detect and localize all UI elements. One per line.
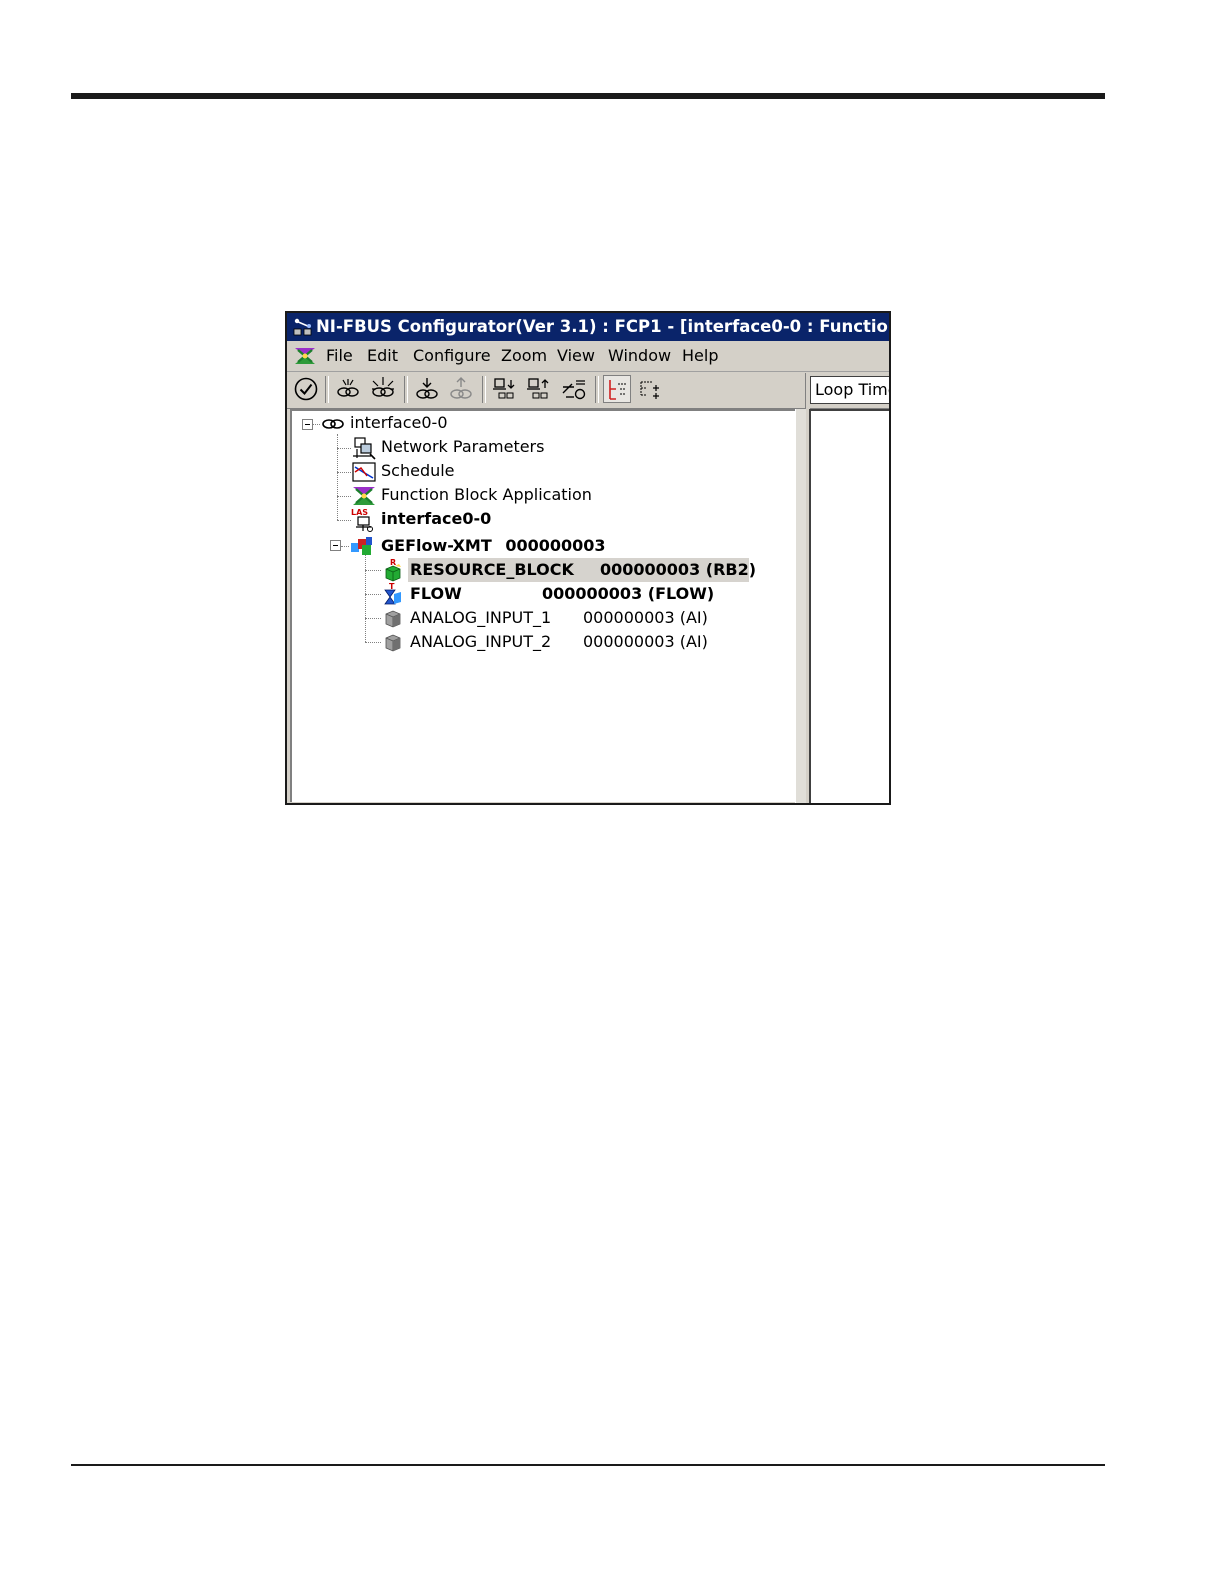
list-view-icon[interactable] xyxy=(637,375,665,403)
menu-configure[interactable]: Configure xyxy=(411,341,493,371)
tree-connector xyxy=(337,472,351,473)
tree-item-schedule[interactable]: Schedule xyxy=(381,459,455,483)
tree-connector xyxy=(365,570,381,571)
title-bar[interactable]: NI-FBUS Configurator(Ver 3.1) : FCP1 - [… xyxy=(287,313,889,341)
tree-view[interactable]: interface0-0 Network Parameters Schedule… xyxy=(290,409,795,802)
tree-item-interface-root[interactable]: interface0-0 xyxy=(350,411,448,435)
block-name: FLOW xyxy=(410,584,462,603)
tree-connector xyxy=(365,618,381,619)
menu-window[interactable]: Window xyxy=(606,341,673,371)
las-interface-icon: LAS xyxy=(351,508,377,532)
block-id: 000000003 (FLOW) xyxy=(542,584,715,603)
tree-connector xyxy=(337,496,351,497)
tree-view-icon[interactable] xyxy=(603,375,631,403)
block-name: ANALOG_INPUT_1 xyxy=(410,608,552,627)
tree-item-flow-block[interactable]: FLOW 000000003 (FLOW) xyxy=(410,582,714,606)
toolbar-separator xyxy=(482,376,486,403)
block-id: 000000003 (RB2) xyxy=(600,560,757,579)
tree-item-analog-input-2[interactable]: ANALOG_INPUT_2 000000003 (AI) xyxy=(410,630,708,654)
block-name: ANALOG_INPUT_2 xyxy=(410,632,552,651)
analog-input-block-icon xyxy=(380,630,406,654)
document-icon[interactable] xyxy=(292,344,318,368)
loop-time-pane[interactable] xyxy=(809,409,889,803)
tree-connector xyxy=(365,554,366,642)
app-icon xyxy=(292,317,314,339)
collapse-toggle-device[interactable] xyxy=(330,540,341,551)
tree-item-resource-block[interactable]: RESOURCE_BLOCK 000000003 (RB2) xyxy=(410,558,756,582)
loop-time-header[interactable]: Loop Time xyxy=(810,376,889,404)
toolbar-separator xyxy=(404,376,408,403)
analog-input-block-icon xyxy=(380,606,406,630)
toolbar-separator xyxy=(595,376,599,403)
device-id: 000000003 xyxy=(505,536,606,555)
tree-connector xyxy=(337,520,351,521)
tree-connector xyxy=(337,448,351,449)
menu-edit[interactable]: Edit xyxy=(365,341,400,371)
block-id: 000000003 (AI) xyxy=(583,608,708,627)
schedule-icon xyxy=(351,460,377,484)
tree-item-label: Schedule xyxy=(381,461,455,480)
transducer-block-icon: T xyxy=(380,582,406,606)
device-down-icon[interactable] xyxy=(491,375,519,403)
tree-item-label: interface0-0 xyxy=(350,413,448,432)
tree-item-label: Network Parameters xyxy=(381,437,545,456)
link-icon xyxy=(320,412,346,436)
link-icon[interactable] xyxy=(334,375,362,403)
tree-item-network-parameters[interactable]: Network Parameters xyxy=(381,435,544,459)
svg-text:LAS: LAS xyxy=(351,508,368,517)
device-icon xyxy=(349,534,375,558)
device-up-icon[interactable] xyxy=(525,375,553,403)
block-id: 000000003 (AI) xyxy=(583,632,708,651)
collapse-toggle-root[interactable] xyxy=(302,419,313,430)
tree-item-label: interface0-0 xyxy=(381,509,492,528)
checkmark-icon[interactable] xyxy=(292,375,320,403)
menu-help[interactable]: Help xyxy=(680,341,720,371)
configure-icon[interactable] xyxy=(560,375,588,403)
tree-item-label: Function Block Application xyxy=(381,485,592,504)
tree-item-analog-input-1[interactable]: ANALOG_INPUT_1 000000003 (AI) xyxy=(410,606,708,630)
download-icon[interactable] xyxy=(413,375,441,403)
function-block-app-icon xyxy=(351,484,377,508)
tree-connector xyxy=(365,642,381,643)
block-name: RESOURCE_BLOCK xyxy=(410,560,574,579)
resource-block-icon: R xyxy=(380,558,406,582)
tree-connector xyxy=(337,434,338,520)
tree-connector xyxy=(365,594,381,595)
header-rule xyxy=(71,93,1105,99)
upload-icon[interactable] xyxy=(447,375,475,403)
tree-connector xyxy=(312,424,320,425)
application-window: NI-FBUS Configurator(Ver 3.1) : FCP1 - [… xyxy=(285,311,891,805)
tree-item-device[interactable]: GEFlow-XMT 000000003 xyxy=(381,534,606,558)
tree-pane-edge xyxy=(795,409,806,803)
toolbar-separator xyxy=(325,376,329,403)
toolbar xyxy=(287,372,889,409)
window-title: NI-FBUS Configurator(Ver 3.1) : FCP1 - [… xyxy=(316,317,889,336)
footer-rule xyxy=(71,1464,1105,1466)
menu-bar: File Edit Configure Zoom View Window Hel… xyxy=(287,341,889,372)
tree-item-function-block-application[interactable]: Function Block Application xyxy=(381,483,592,507)
menu-zoom[interactable]: Zoom xyxy=(499,341,549,371)
tree-connector xyxy=(341,546,349,547)
menu-view[interactable]: View xyxy=(555,341,597,371)
sparkle-link-icon[interactable] xyxy=(369,375,397,403)
menu-file[interactable]: File xyxy=(324,341,355,371)
tree-item-las-interface[interactable]: interface0-0 xyxy=(381,507,491,531)
network-parameters-icon xyxy=(351,436,377,460)
device-name: GEFlow-XMT xyxy=(381,536,492,555)
